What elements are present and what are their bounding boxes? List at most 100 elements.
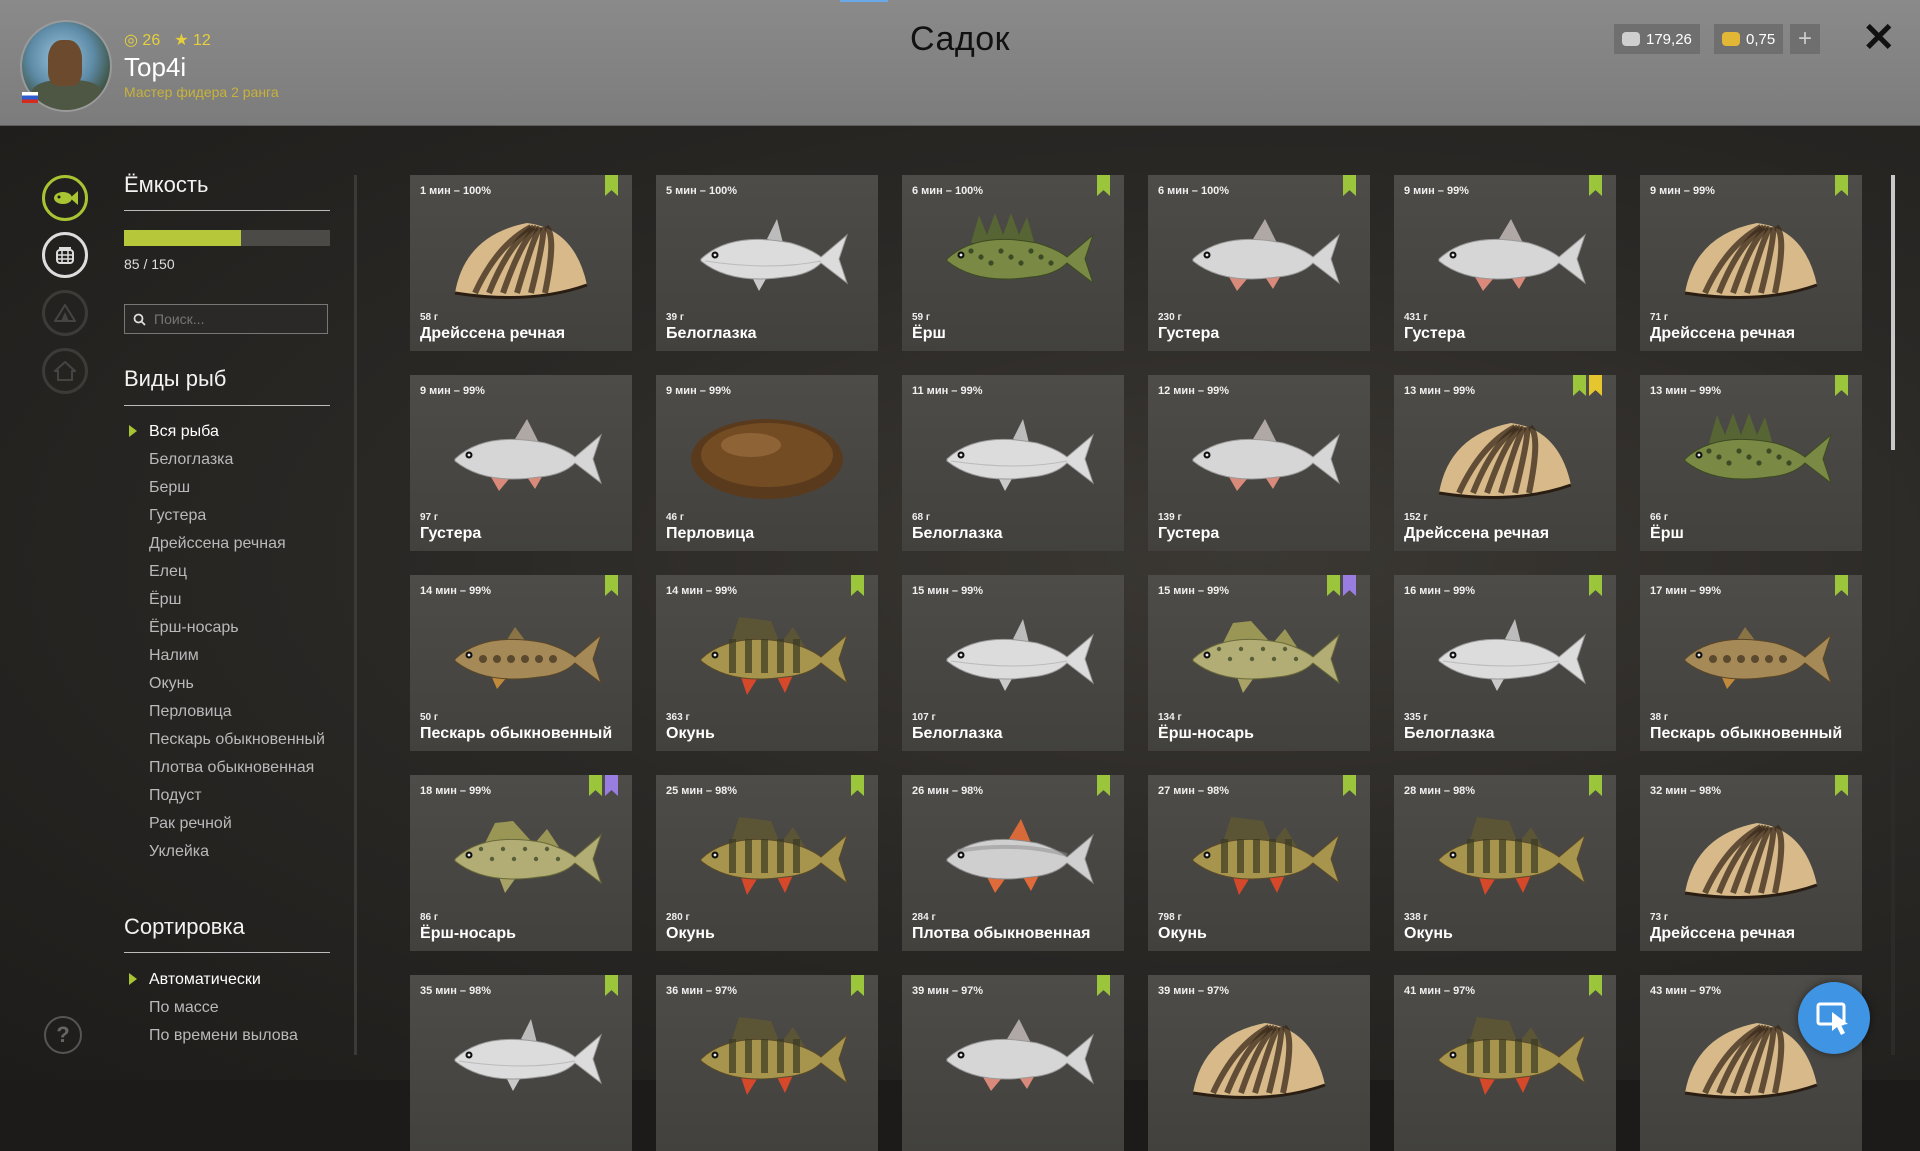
cursor-mode-button[interactable] — [1798, 982, 1870, 1054]
gold-coin-icon — [1722, 32, 1740, 46]
species-item[interactable]: Дрейссена речная — [124, 534, 334, 553]
catch-time: 36 мин – 97% — [666, 985, 738, 997]
bream-fish-image — [1173, 405, 1345, 509]
perch-fish-image — [1173, 805, 1345, 909]
bream-fish-image — [927, 1005, 1099, 1109]
divider — [124, 952, 330, 953]
fish-card[interactable]: 39 мин – 97% — [1148, 975, 1370, 1151]
fish-name: Густера — [1158, 325, 1220, 342]
search-input[interactable] — [152, 310, 326, 328]
fish-card[interactable]: 13 мин – 99% 152 г Дрейссена речная — [1394, 375, 1616, 551]
card-marks — [605, 975, 618, 996]
fish-weight: 38 г — [1650, 712, 1669, 723]
fish-card[interactable]: 41 мин – 97% — [1394, 975, 1616, 1151]
species-list: Вся рыба Белоглазка Берш Густера Дрейссена р… — [124, 422, 334, 870]
perch-fish-image — [681, 1005, 853, 1109]
fish-card[interactable]: 9 мин – 99% 46 г Перловица — [656, 375, 878, 551]
card-marks — [1835, 775, 1848, 796]
species-item[interactable]: Подуст — [124, 786, 334, 805]
species-item[interactable]: Берш — [124, 478, 334, 497]
sort-option[interactable]: По времени вылова — [124, 1026, 334, 1045]
fish-card[interactable]: 39 мин – 97% — [902, 975, 1124, 1151]
scrollbar-thumb[interactable] — [1891, 175, 1895, 450]
fish-card[interactable]: 14 мин – 99% 50 г Пескарь обыкновенный — [410, 575, 632, 751]
card-marks — [1835, 175, 1848, 196]
species-item[interactable]: Уклейка — [124, 842, 334, 861]
fish-card[interactable]: 1 мин – 100% 58 г Дрейссена речная — [410, 175, 632, 351]
fish-card[interactable]: 25 мин – 98% 280 г Окунь — [656, 775, 878, 951]
green-bookmark-icon — [851, 575, 864, 596]
keepnet-icon[interactable] — [42, 232, 88, 278]
card-marks — [1573, 375, 1602, 396]
fish-card[interactable]: 14 мин – 99% 363 г Окунь — [656, 575, 878, 751]
species-item[interactable]: Ёрш — [124, 590, 334, 609]
fish-weight: 66 г — [1650, 512, 1669, 523]
home-icon[interactable] — [42, 348, 88, 394]
add-currency-button[interactable]: + — [1790, 24, 1820, 54]
fish-card[interactable]: 28 мин – 98% 338 г Окунь — [1394, 775, 1616, 951]
fish-name: Дрейссена речная — [1650, 325, 1796, 342]
species-item[interactable]: Белоглазка — [124, 450, 334, 469]
fish-card[interactable]: 16 мин – 99% 335 г Белоглазка — [1394, 575, 1616, 751]
fish-weight: 58 г — [420, 312, 439, 323]
species-item[interactable]: Елец — [124, 562, 334, 581]
card-marks — [1589, 575, 1602, 596]
species-item[interactable]: Густера — [124, 506, 334, 525]
fish-card[interactable]: 5 мин – 100% 39 г Белоглазка — [656, 175, 878, 351]
catch-time: 9 мин – 99% — [420, 385, 485, 397]
capacity-bar — [124, 230, 330, 246]
fish-name: Окунь — [666, 725, 715, 742]
fish-card[interactable]: 18 мин – 99% 86 г Ёрш-носарь — [410, 775, 632, 951]
card-marks — [1097, 775, 1110, 796]
fish-card[interactable]: 15 мин – 99% 134 г Ёрш-носарь — [1148, 575, 1370, 751]
fish-name: Дрейссена речная — [420, 325, 566, 342]
help-button[interactable]: ? — [44, 1016, 82, 1054]
species-item[interactable]: Вся рыба — [124, 422, 334, 441]
sort-option[interactable]: По массе — [124, 998, 334, 1017]
fish-card[interactable]: 9 мин – 99% 97 г Густера — [410, 375, 632, 551]
capacity-bar-fill — [124, 230, 241, 246]
species-item[interactable]: Плотва обыкновенная — [124, 758, 334, 777]
species-item[interactable]: Налим — [124, 646, 334, 665]
fish-card[interactable]: 36 мин – 97% — [656, 975, 878, 1151]
search-box[interactable] — [124, 304, 328, 334]
capacity-value: 85 / 150 — [124, 256, 175, 272]
species-item[interactable]: Перловица — [124, 702, 334, 721]
silver-fish-image — [435, 1005, 607, 1109]
catch-time: 35 мин – 98% — [420, 985, 492, 997]
green-bookmark-icon — [1835, 775, 1848, 796]
species-item[interactable]: Ёрш-носарь — [124, 618, 334, 637]
fish-card[interactable]: 13 мин – 99% 66 г Ёрш — [1640, 375, 1862, 551]
player-rank: Мастер фидера 2 ранга — [124, 84, 279, 100]
green-bookmark-icon — [1343, 175, 1356, 196]
fish-weight: 798 г — [1158, 912, 1182, 923]
species-item[interactable]: Рак речной — [124, 814, 334, 833]
fish-card[interactable]: 17 мин – 99% 38 г Пескарь обыкновенный — [1640, 575, 1862, 751]
fish-card[interactable]: 32 мин – 98% 73 г Дрейссена речная — [1640, 775, 1862, 951]
fish-card[interactable]: 15 мин – 99% 107 г Белоглазка — [902, 575, 1124, 751]
fish-card[interactable]: 27 мин – 98% 798 г Окунь — [1148, 775, 1370, 951]
fish-card[interactable]: 26 мин – 98% 284 г Плотва обыкновенная — [902, 775, 1124, 951]
perch-fish-image — [1419, 805, 1591, 909]
fish-card[interactable]: 9 мин – 99% 71 г Дрейссена речная — [1640, 175, 1862, 351]
close-button[interactable]: ✕ — [1862, 18, 1896, 58]
fish-card[interactable]: 11 мин – 99% 68 г Белоглазка — [902, 375, 1124, 551]
fish-name: Густера — [420, 525, 482, 542]
fish-card[interactable]: 6 мин – 100% 59 г Ёрш — [902, 175, 1124, 351]
species-item[interactable]: Окунь — [124, 674, 334, 693]
keepnet-fish-icon[interactable] — [42, 175, 88, 221]
species-item[interactable]: Пескарь обыкновенный — [124, 730, 334, 749]
sort-option[interactable]: Автоматически — [124, 970, 334, 989]
fish-card[interactable]: 12 мин – 99% 139 г Густера — [1148, 375, 1370, 551]
fish-name: Ёрш-носарь — [1158, 725, 1254, 742]
green-bookmark-icon — [1097, 175, 1110, 196]
green-bookmark-icon — [1327, 575, 1340, 596]
fish-card[interactable]: 9 мин – 99% 431 г Густера — [1394, 175, 1616, 351]
sidebar-separator — [354, 175, 357, 1055]
fish-card[interactable]: 35 мин – 98% — [410, 975, 632, 1151]
tent-icon[interactable] — [42, 290, 88, 336]
catch-time: 9 мин – 99% — [1404, 185, 1469, 197]
nosar-fish-image — [435, 805, 607, 909]
green-bookmark-icon — [605, 175, 618, 196]
fish-card[interactable]: 6 мин – 100% 230 г Густера — [1148, 175, 1370, 351]
